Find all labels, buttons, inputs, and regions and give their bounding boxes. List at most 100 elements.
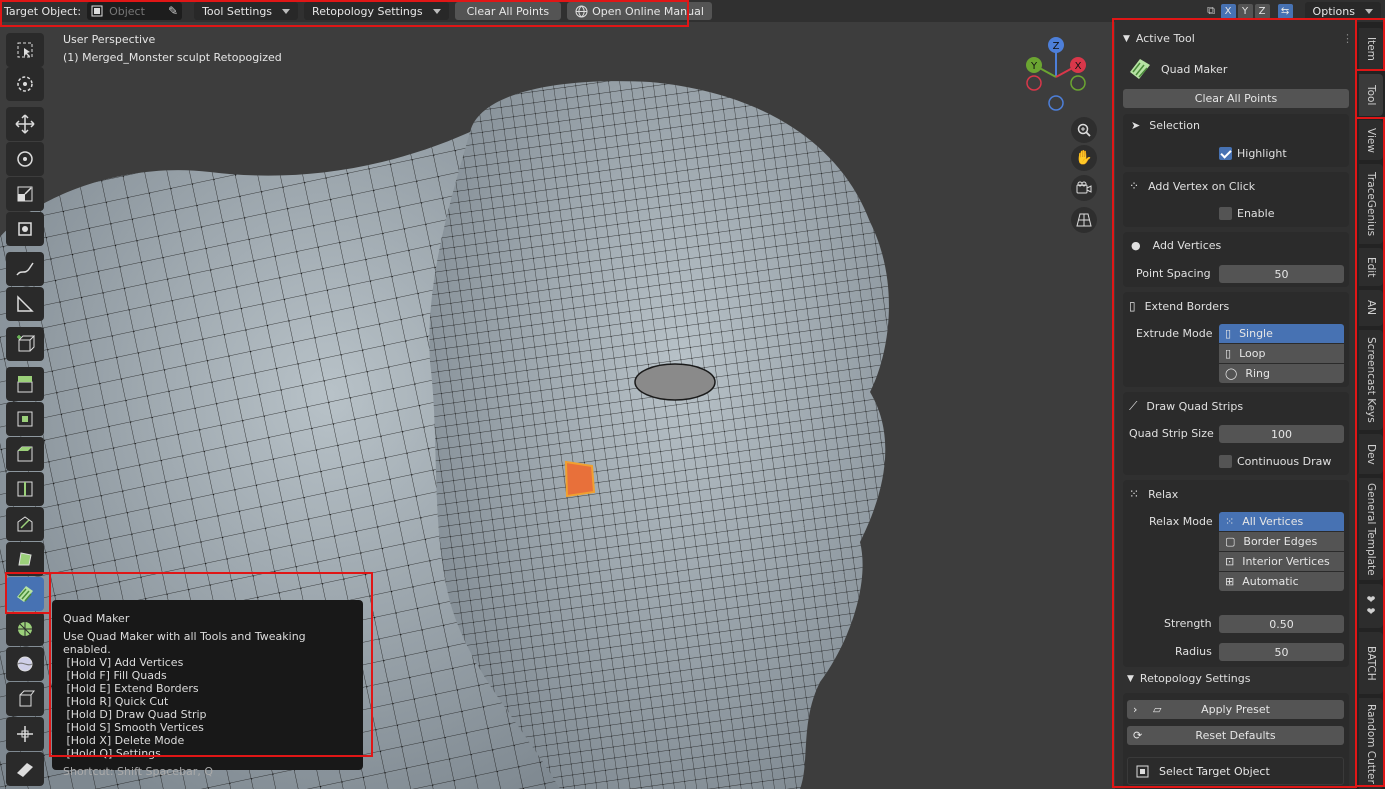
extrude-mode-single[interactable]: ▯ Single [1219, 324, 1344, 343]
tab-random-cutter[interactable]: Random Cutter [1359, 698, 1383, 789]
eyedropper-icon[interactable]: ✎ [168, 4, 178, 18]
loop-cut-tool[interactable] [6, 472, 44, 506]
sidebar-tabs: Item Tool View TraceGenius Edit AN Scree… [1356, 22, 1385, 789]
perspective-grid-icon[interactable] [1071, 207, 1097, 233]
tab-item[interactable]: Item [1359, 28, 1383, 70]
vertex-dots-icon: ⁘ [1129, 179, 1140, 193]
annotate-tool[interactable] [6, 252, 44, 286]
radius-value: 50 [1274, 645, 1289, 659]
relax-mode-all-vertices[interactable]: ⁙ All Vertices [1219, 512, 1344, 531]
extrude-mode-loop[interactable]: ▯ Loop [1219, 344, 1344, 363]
tab-edit[interactable]: Edit [1359, 248, 1383, 286]
loop-icon: ▯ [1225, 347, 1232, 360]
reset-defaults-button[interactable]: ⟳ Reset Defaults [1127, 726, 1344, 745]
tab-tracegenius-label: TraceGenius [1365, 171, 1377, 237]
tab-dev[interactable]: Dev [1359, 434, 1383, 474]
tooltip-line: [Hold Q] Settings. [63, 747, 165, 760]
clear-all-points-button[interactable]: Clear All Points [454, 2, 562, 20]
poly-build-tool[interactable] [6, 542, 44, 576]
pan-hand-icon[interactable]: ✋ [1071, 145, 1097, 171]
relax-mode-automatic[interactable]: ⊞ Automatic [1219, 572, 1344, 591]
highlight-checkbox[interactable]: Highlight [1219, 147, 1287, 160]
shrink-fatten-tool[interactable] [6, 717, 44, 751]
strength-field[interactable]: 0.50 [1219, 615, 1344, 633]
mesh-symmetry-icon[interactable]: ⇆ [1277, 3, 1293, 19]
quad-strip-size-label: Quad Strip Size [1129, 427, 1214, 440]
clear-all-points-label: Clear All Points [466, 4, 550, 18]
relax-mode-interior-vertices[interactable]: ⊡ Interior Vertices [1219, 552, 1344, 571]
scale-tool[interactable] [6, 177, 44, 211]
target-object-field[interactable]: Object ✎ [87, 2, 183, 20]
tab-tool[interactable]: Tool [1359, 74, 1383, 116]
options-dropdown[interactable]: Options [1304, 2, 1381, 20]
continuous-draw-label: Continuous Draw [1237, 455, 1332, 468]
quad-maker-tool[interactable] [6, 577, 44, 611]
apply-preset-button[interactable]: › ▱ Apply Preset [1127, 700, 1344, 719]
transform-tool[interactable] [6, 212, 44, 246]
camera-view-icon[interactable] [1071, 175, 1097, 201]
tab-general-template-label: General Template [1365, 482, 1377, 576]
axis-z-toggle[interactable]: Z [1254, 3, 1270, 19]
relax-mode-interior-vertices-label: Interior Vertices [1242, 555, 1330, 568]
bevel-tool[interactable] [6, 437, 44, 471]
add-cube-tool[interactable] [6, 327, 44, 361]
tool-settings-dropdown[interactable]: Tool Settings [194, 2, 299, 20]
object-icon [1136, 765, 1149, 777]
cursor-tool[interactable] [6, 67, 44, 101]
tab-view[interactable]: View [1359, 120, 1383, 160]
quad-strip-size-field[interactable]: 100 [1219, 425, 1344, 443]
extrude-tool[interactable] [6, 367, 44, 401]
3d-viewport[interactable]: User Perspective (1) Merged_Monster scul… [0, 22, 1115, 789]
smooth-tool[interactable] [6, 647, 44, 681]
active-tool-title: Active Tool [1135, 32, 1195, 45]
relax-title: Relax [1148, 487, 1179, 501]
point-spacing-field[interactable]: 50 [1219, 265, 1344, 283]
extrude-mode-loop-label: Loop [1239, 347, 1266, 360]
active-tool-header[interactable]: ▼ Active Tool [1123, 32, 1195, 45]
inset-tool[interactable] [6, 402, 44, 436]
zoom-icon[interactable] [1071, 117, 1097, 143]
tooltip-line: [Hold S] Smooth Vertices [63, 721, 204, 734]
axis-x-toggle[interactable]: X [1220, 3, 1236, 19]
axis-x-label: X [1224, 5, 1232, 17]
retopology-settings-dropdown[interactable]: Retopology Settings [304, 2, 449, 20]
axis-y-toggle[interactable]: Y [1237, 3, 1253, 19]
select-box-tool[interactable] [6, 33, 44, 67]
shear-tool[interactable] [6, 752, 44, 786]
quad-strips-title: Draw Quad Strips [1146, 400, 1244, 413]
enable-checkbox[interactable]: Enable [1219, 207, 1274, 220]
relax-mode-all-vertices-label: All Vertices [1242, 515, 1304, 528]
rotate-tool[interactable] [6, 142, 44, 176]
relax-header: ⁙ Relax [1129, 487, 1178, 501]
knife-tool[interactable] [6, 507, 44, 541]
relax-mode-border-edges[interactable]: ▢ Border Edges [1219, 532, 1344, 551]
tab-tracegenius[interactable]: TraceGenius [1359, 164, 1383, 244]
relax-mode-border-edges-label: Border Edges [1243, 535, 1318, 548]
move-tool[interactable] [6, 107, 44, 141]
selected-quad[interactable] [564, 460, 596, 498]
extend-borders-title: Extend Borders [1144, 299, 1230, 313]
active-object-label: (1) Merged_Monster sculpt Retopogized [63, 51, 282, 64]
open-manual-button[interactable]: Open Online Manual [567, 2, 712, 20]
add-vertex-click-title: Add Vertex on Click [1148, 179, 1256, 193]
edge-slide-tool[interactable] [6, 682, 44, 716]
tab-general-template[interactable]: General Template [1359, 478, 1383, 580]
extrude-mode-ring[interactable]: ◯ Ring [1219, 364, 1344, 383]
tab-batch-label: BATCH [1365, 645, 1377, 681]
tab-batch[interactable]: BATCH [1359, 632, 1383, 694]
continuous-draw-checkbox[interactable]: Continuous Draw [1219, 455, 1331, 468]
navigation-gizmo[interactable]: Z Y X [1020, 34, 1090, 114]
tab-an[interactable]: AN [1359, 290, 1383, 326]
mirror-icon[interactable]: ⧉ [1204, 4, 1219, 19]
panel-clear-all-points-button[interactable]: Clear All Points [1123, 89, 1349, 108]
spin-tool[interactable] [6, 612, 44, 646]
quad-maker-icon [1130, 59, 1150, 79]
select-target-object-button[interactable]: Select Target Object [1127, 757, 1344, 785]
retopology-settings-header[interactable]: ▼ Retopology Settings [1127, 672, 1251, 685]
measure-tool[interactable] [6, 287, 44, 321]
open-manual-label: Open Online Manual [592, 4, 704, 18]
tab-screencast-keys[interactable]: Screencast Keys [1359, 330, 1383, 430]
radius-field[interactable]: 50 [1219, 643, 1344, 661]
tab-favorites[interactable]: ❤❤ [1359, 584, 1383, 628]
tab-an-label: AN [1365, 300, 1377, 316]
